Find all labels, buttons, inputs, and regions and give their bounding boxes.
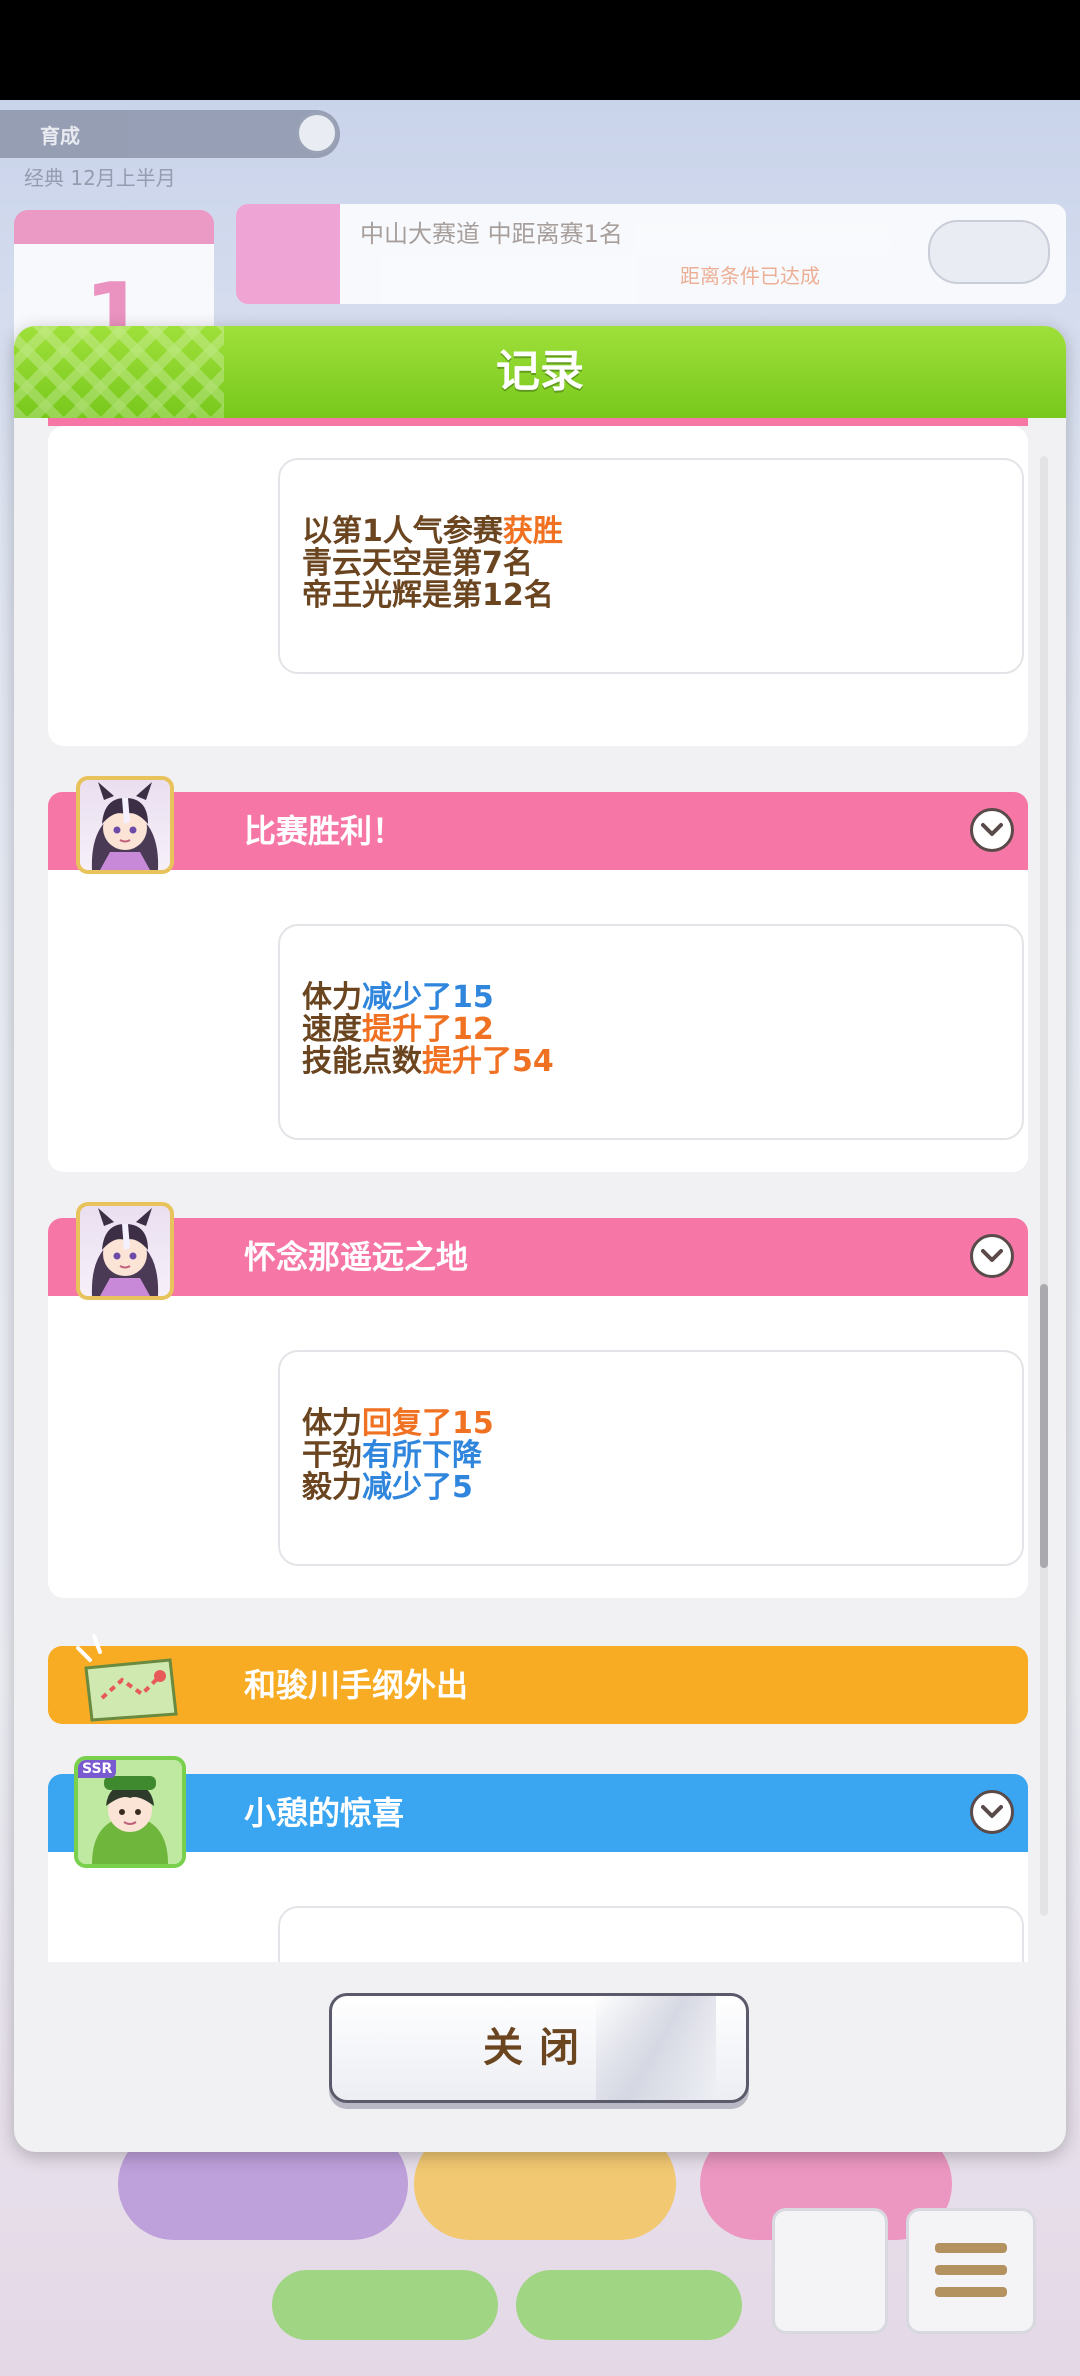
result-segment: 体力 [302, 1406, 362, 1441]
result-line: 帝王光辉是第12名 [302, 580, 563, 612]
result-line: 体力回复了15 [302, 1408, 494, 1440]
result-segment: 减少了15 [362, 980, 494, 1015]
result-segment: 体力 [302, 980, 362, 1015]
character-avatar [76, 776, 174, 874]
goal-text: 中山大赛道 中距离赛1名 [360, 220, 623, 248]
entry-1-bubble: 体力减少了15 速度提升了12 技能点数提升了54 [278, 924, 1024, 1140]
result-line: 以第1人气参赛获胜 [302, 516, 563, 548]
entry-0-bubble: 以第1人气参赛获胜 青云天空是第7名 帝王光辉是第12名 [278, 458, 1024, 674]
entry-3-header[interactable]: 和骏川手纲外出 [48, 1646, 1028, 1724]
entry-1-header[interactable]: 比赛胜利！ [48, 792, 1028, 870]
entry-2-title: 怀念那遥远之地 [244, 1238, 469, 1276]
result-segment: 青云天空是第7名 [302, 546, 533, 581]
result-segment: 减少了5 [362, 1470, 473, 1505]
bg-mode-label: 育成 [0, 110, 340, 158]
modal-header: 记录 [14, 326, 1066, 418]
close-button[interactable]: 关闭 [329, 1993, 749, 2103]
modal-title: 记录 [496, 346, 584, 397]
entry-1-lines: 体力减少了15 速度提升了12 技能点数提升了54 [302, 982, 554, 1078]
goal-subtext: 距离条件已达成 [680, 264, 820, 288]
entry-0-header [48, 418, 1028, 426]
result-line: 毅力减少了5 [302, 1472, 494, 1504]
result-segment: 获胜 [502, 514, 563, 549]
result-line: 技能点数提升了54 [302, 1046, 554, 1078]
entry-2-header[interactable]: 怀念那遥远之地 [48, 1218, 1028, 1296]
result-line: 体力减少了15 [302, 982, 554, 1014]
entry-4-bubble [278, 1906, 1024, 1962]
entry-2-lines: 体力回复了15 干劲有所下降 毅力减少了5 [302, 1408, 494, 1504]
scrollbar-track[interactable] [1040, 456, 1048, 1916]
character-avatar [76, 1202, 174, 1300]
bg-date-text: 经典 12月上半月 [24, 166, 176, 190]
result-segment: 干劲 [302, 1438, 362, 1473]
menu-icon [906, 2208, 1036, 2334]
result-line: 青云天空是第7名 [302, 548, 563, 580]
entry-1-title: 比赛胜利！ [244, 812, 405, 850]
result-segment: 有所下降 [362, 1438, 482, 1473]
goal-pill [928, 220, 1050, 284]
bg-mode-text: 育成 [40, 124, 80, 148]
chevron-down-icon[interactable] [970, 1234, 1014, 1278]
entry-2-bubble: 体力回复了15 干劲有所下降 毅力减少了5 [278, 1350, 1024, 1566]
result-segment: 以第1人气参赛 [302, 514, 503, 549]
map-icon [72, 1628, 182, 1728]
rarity-badge: SSR [78, 1760, 117, 1778]
info-icon [296, 112, 338, 154]
bg-goal-banner: 中山大赛道 中距离赛1名 距离条件已达成 [236, 204, 1066, 304]
record-modal: 记录 以第1人气参赛获胜 青云天空是第7名 帝王光辉是第12名 体力减少了15 速度提… [14, 326, 1066, 2152]
result-segment: 提升了54 [422, 1044, 554, 1079]
result-segment: 提升了12 [362, 1012, 494, 1047]
scrollbar-thumb[interactable] [1040, 1284, 1048, 1568]
chevron-down-icon[interactable] [970, 1790, 1014, 1834]
entry-4-header[interactable]: 小憩的惊喜 [48, 1774, 1028, 1852]
chevron-down-icon[interactable] [970, 808, 1014, 852]
status-bar [0, 0, 1080, 100]
bg-button-green-1 [272, 2270, 498, 2340]
entry-4-title: 小憩的惊喜 [244, 1794, 405, 1832]
entry-0-lines: 以第1人气参赛获胜 青云天空是第7名 帝王光辉是第12名 [302, 516, 563, 612]
bg-button-green-2 [516, 2270, 742, 2340]
result-segment: 回复了15 [362, 1406, 494, 1441]
result-segment: 速度 [302, 1012, 362, 1047]
goal-tag [236, 204, 340, 304]
result-line: 干劲有所下降 [302, 1440, 494, 1472]
result-line: 速度提升了12 [302, 1014, 554, 1046]
close-button-label: 关闭 [483, 2025, 595, 2071]
record-list[interactable]: 以第1人气参赛获胜 青云天空是第7名 帝王光辉是第12名 体力减少了15 速度提升了1… [14, 418, 1066, 1962]
result-segment: 毅力 [302, 1470, 362, 1505]
result-segment: 帝王光辉是第12名 [302, 578, 554, 613]
result-segment: 技能点数 [302, 1044, 422, 1079]
support-card-avatar: SSR [74, 1756, 186, 1868]
entry-0-card: 以第1人气参赛获胜 青云天空是第7名 帝王光辉是第12名 [48, 426, 1028, 746]
entry-3-title: 和骏川手纲外出 [244, 1666, 469, 1704]
bg-character-icon [772, 2208, 888, 2334]
